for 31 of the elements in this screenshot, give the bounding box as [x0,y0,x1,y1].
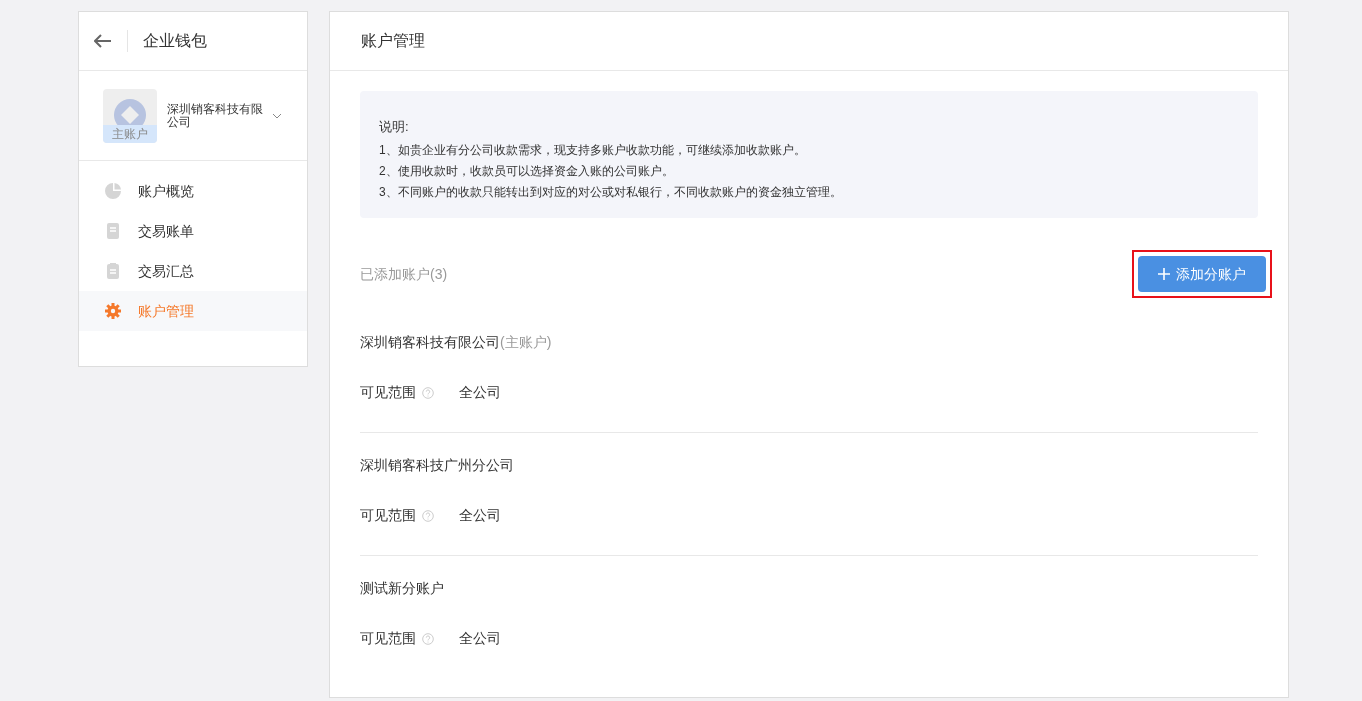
notice-line: 1、如贵企业有分公司收款需求，现支持多账户收款功能，可继续添加收款账户。 [379,141,807,159]
help-icon[interactable] [422,509,434,522]
scope-label: 可见范围 [360,629,416,648]
clipboard-icon [105,263,121,279]
account-name: 深圳销客科技广州分公司 [360,456,514,475]
notice-line: 3、不同账户的收款只能转出到对应的对公或对私银行，不同收款账户的资金独立管理。 [379,183,843,201]
document-icon [105,223,121,239]
account-name: 深圳销客科技有限公司(主账户) [360,333,552,352]
sidebar-item[interactable]: 交易汇总 [79,251,307,291]
help-icon[interactable] [422,386,434,399]
sidebar-item[interactable]: 交易账单 [79,211,307,251]
sidebar-title: 企业钱包 [143,31,207,51]
pie-chart-icon [105,183,121,199]
sidebar-item[interactable]: 账户概览 [79,171,307,211]
account-name: 测试新分账户 [360,579,444,598]
scope-label: 可见范围 [360,506,416,525]
scope-value: 全公司 [459,629,501,648]
scope-value: 全公司 [459,383,501,402]
scope-label: 可见范围 [360,383,416,402]
help-icon[interactable] [422,632,434,645]
company-name: 深圳销客科技有限公司 [167,102,264,129]
plus-icon [1158,268,1170,280]
notice-heading: 说明: [379,118,410,136]
scope-value: 全公司 [459,506,501,525]
notice-line: 2、使用收款时，收款员可以选择资金入账的公司账户。 [379,162,675,180]
chevron-down-icon[interactable] [272,112,282,119]
main-account-badge: 主账户 [103,124,157,143]
account-count: 已添加账户(3) [360,264,448,284]
settings-icon [105,303,121,319]
page-title: 账户管理 [361,31,425,51]
back-arrow-icon[interactable] [94,34,112,48]
